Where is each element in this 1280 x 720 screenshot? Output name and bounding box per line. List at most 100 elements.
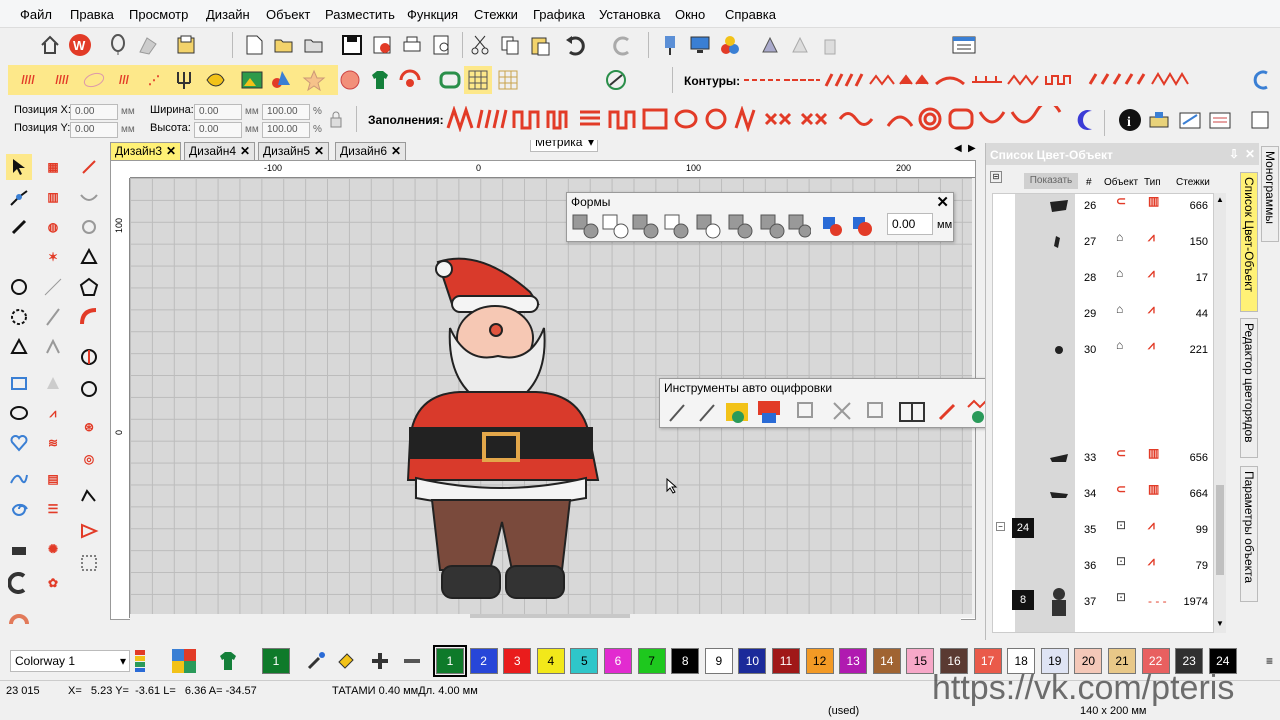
star-icon[interactable] — [300, 66, 328, 94]
undo-icon[interactable] — [562, 31, 590, 59]
thread-chart-icon[interactable] — [1176, 106, 1204, 134]
rectangle-icon[interactable] — [6, 370, 32, 396]
polygon-select-icon[interactable] — [6, 334, 32, 360]
open-folder-icon[interactable] — [270, 31, 298, 59]
shape-operations[interactable] — [571, 213, 812, 239]
copy-icon[interactable] — [496, 31, 524, 59]
close-icon[interactable]: ✕ — [314, 144, 324, 158]
list-item[interactable]: 8 37 ⊡ - - -1974 — [992, 584, 1214, 620]
color-swatch[interactable]: 4 — [536, 648, 565, 674]
grid-settings-icon[interactable] — [950, 31, 978, 59]
list-item[interactable]: −24 35 ⊡ ⩘ 99 — [992, 512, 1214, 548]
complex-fill-icon[interactable]: ◍ — [40, 214, 66, 240]
travel-forward-icon[interactable] — [816, 31, 844, 59]
fill-stitch-types[interactable] — [446, 105, 876, 133]
color-swatch[interactable]: 15 — [906, 648, 935, 674]
triangle-split-icon[interactable] — [76, 518, 102, 544]
list-item[interactable]: 33 ⊂ ▥ 656 — [992, 440, 1214, 476]
offset-input[interactable]: 0.00 — [887, 213, 933, 235]
color-swatch[interactable]: 6 — [604, 648, 632, 674]
side-tab-color-object-list[interactable]: Список Цвет-Объект — [1240, 172, 1258, 312]
tshirt-color-icon[interactable] — [214, 647, 242, 675]
color-bars-icon[interactable] — [132, 647, 148, 675]
tab-design3[interactable]: Дизайн3 ✕ — [110, 142, 182, 160]
monitor-icon[interactable] — [686, 31, 714, 59]
sketch-icon[interactable] — [40, 274, 66, 300]
fabric-icon[interactable] — [134, 31, 162, 59]
freehand-icon[interactable] — [6, 466, 32, 492]
stitch-run-icon[interactable]: //// — [48, 66, 76, 94]
list-item[interactable]: 26 ⊂ ▥ 666 — [992, 188, 1214, 224]
side-tab-object-properties[interactable]: Параметры объекта — [1240, 466, 1258, 602]
remove-color-icon[interactable] — [398, 647, 426, 675]
height-input[interactable]: 0.00 — [194, 122, 242, 138]
radial-fill-icon[interactable]: ✺ — [40, 536, 66, 562]
catalog-icon[interactable] — [172, 31, 200, 59]
home-icon[interactable] — [36, 31, 64, 59]
list-item[interactable]: 27 ⌂ ⩘ 150 — [992, 224, 1214, 260]
more-icon[interactable] — [1246, 106, 1274, 134]
list-item[interactable]: 30 ⌂ ⩘ 221 — [992, 332, 1214, 368]
pin-icon[interactable]: ⇩ — [1229, 147, 1239, 161]
open-recent-icon[interactable] — [300, 31, 328, 59]
color-swatch[interactable]: 8 — [671, 648, 700, 674]
scale-height-input[interactable]: 100.00 — [262, 122, 310, 138]
width-input[interactable]: 0.00 — [194, 104, 242, 120]
ellipse-icon[interactable] — [6, 400, 32, 426]
tab-scroll-right-icon[interactable]: ▶ — [968, 143, 976, 154]
close-icon[interactable]: ✕ — [936, 193, 949, 211]
color-shape-merge-icon[interactable] — [849, 213, 875, 239]
curved-column-icon[interactable] — [76, 304, 102, 330]
crescent-icon[interactable] — [1074, 106, 1102, 134]
eyedropper-icon[interactable] — [302, 647, 330, 675]
shapes-color-icon[interactable] — [268, 66, 296, 94]
stitch-fill-icon[interactable]: /// — [110, 66, 138, 94]
curve-select-icon[interactable] — [6, 274, 32, 300]
wilcom-logo-icon[interactable]: W — [66, 31, 94, 59]
current-color-swatch[interactable]: 1 — [262, 648, 290, 674]
colorway-select[interactable]: Colorway 1 ▾ — [10, 650, 130, 672]
knife-icon[interactable] — [6, 214, 32, 240]
tab-design4[interactable]: Дизайн4 ✕ — [184, 142, 256, 160]
print-icon[interactable] — [398, 31, 426, 59]
paste-icon[interactable] — [526, 31, 554, 59]
hoop-grid-icon[interactable] — [494, 66, 522, 94]
heart-icon[interactable] — [6, 430, 32, 456]
menu-function[interactable]: Функция — [407, 7, 458, 22]
color-swatch[interactable]: 13 — [839, 648, 868, 674]
stitch-art-icon[interactable]: ✿ — [40, 570, 66, 596]
pentagon-nodes-icon[interactable] — [76, 274, 102, 300]
menu-arrange[interactable]: Разместить — [325, 7, 395, 22]
circle-split-icon[interactable] — [76, 344, 102, 370]
dotted-shape-icon[interactable] — [76, 550, 102, 576]
measure-icon[interactable] — [602, 66, 630, 94]
applique-icon[interactable] — [396, 66, 424, 94]
peak-tool-icon[interactable] — [40, 370, 66, 396]
santa-design[interactable] — [390, 252, 610, 604]
menu-window[interactable]: Окно — [675, 7, 705, 22]
list-item[interactable]: 34 ⊂ ▥ 664 — [992, 476, 1214, 512]
wave-tool-icon[interactable]: ≋ — [40, 430, 66, 456]
side-tab-monograms[interactable]: Монограммы — [1261, 146, 1279, 242]
monogram-icon[interactable] — [6, 570, 32, 596]
circle-angle-icon[interactable] — [76, 376, 102, 402]
menu-graphics[interactable]: Графика — [533, 7, 585, 22]
contour-stitch-types[interactable] — [740, 70, 1240, 90]
report-icon[interactable] — [1206, 106, 1234, 134]
tab-scroll-left-icon[interactable]: ◀ — [954, 143, 962, 154]
list-scrollbar[interactable]: ▲ ▼ — [1214, 193, 1226, 633]
scale-width-input[interactable]: 100.00 — [262, 104, 310, 120]
menu-design[interactable]: Дизайн — [206, 7, 250, 22]
color-swatch[interactable]: 3 — [503, 648, 532, 674]
color-swatch[interactable]: 5 — [570, 648, 599, 674]
pen-icon[interactable] — [76, 154, 102, 180]
grid-toggle-icon[interactable] — [464, 66, 492, 94]
menu-setup[interactable]: Установка — [599, 7, 660, 22]
thread-colors-icon[interactable] — [716, 31, 744, 59]
lasso-icon[interactable] — [6, 304, 32, 330]
menu-file[interactable]: Файл — [20, 7, 52, 22]
stitch-satin-icon[interactable]: //// — [14, 66, 42, 94]
radial-icon[interactable]: ⊛ — [76, 414, 102, 440]
list-item[interactable]: 36 ⊡ ⩘ 79 — [992, 548, 1214, 584]
stitch-dots-icon[interactable]: ⋰ — [140, 66, 168, 94]
